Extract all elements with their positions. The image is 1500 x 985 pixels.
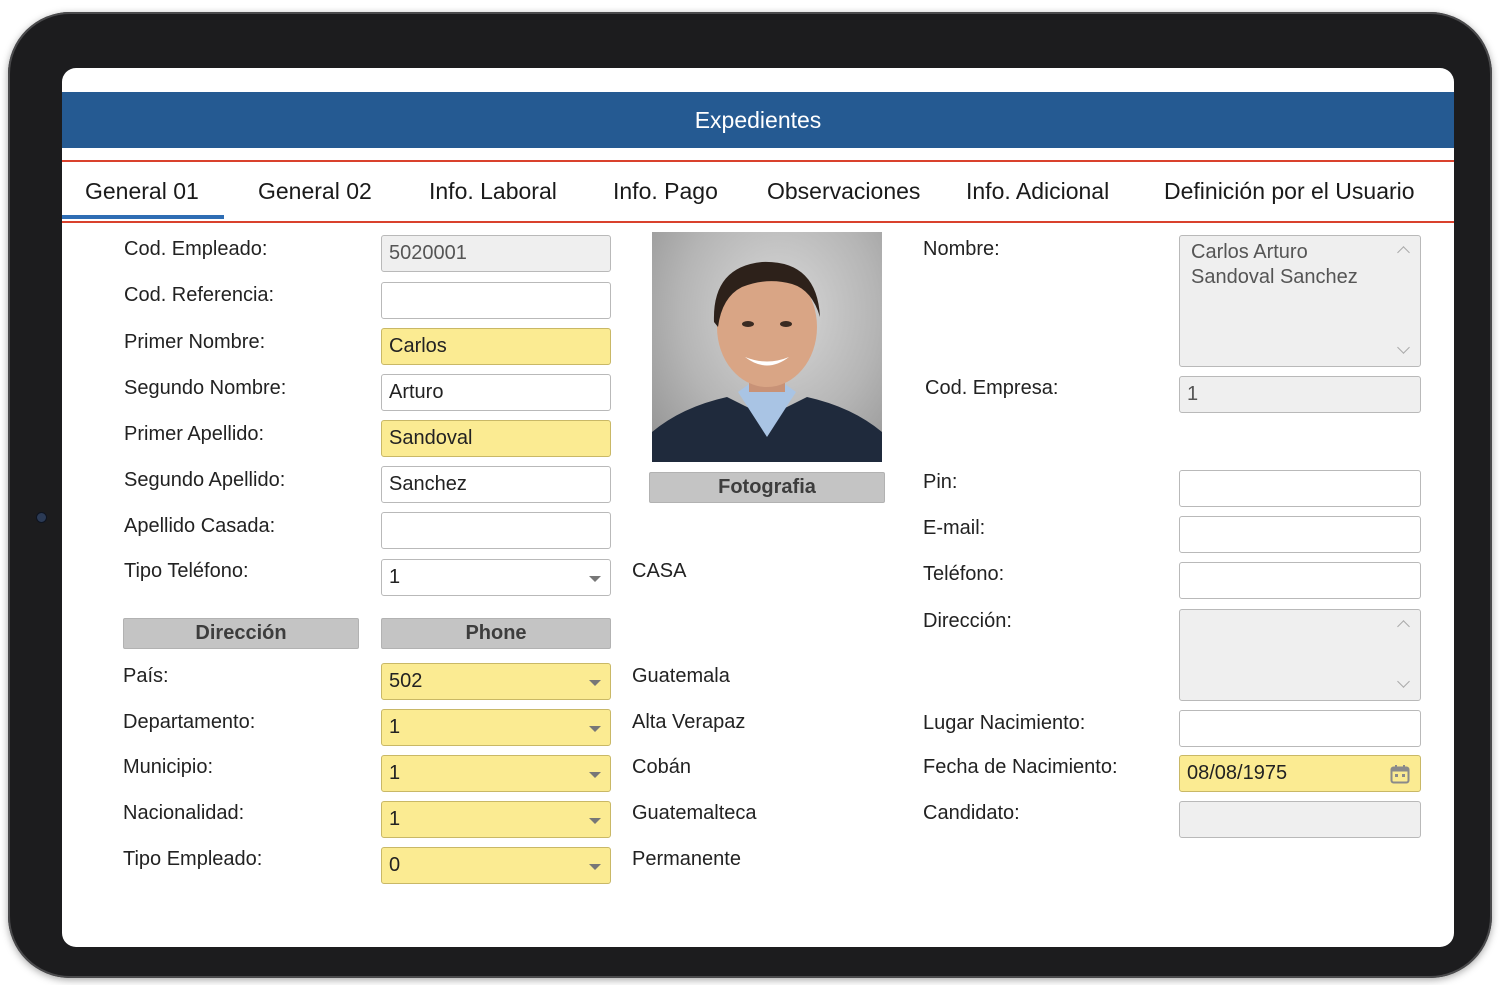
departamento-desc: Alta Verapaz [632,711,746,733]
scroll-up-icon[interactable] [1397,246,1410,259]
employee-photo [652,232,882,462]
fecha-nacimiento-value: 08/08/1975 [1187,762,1288,784]
candidato-label: Candidato: [923,802,1020,824]
tab-observaciones[interactable]: Observaciones [767,164,920,218]
cod-referencia-label: Cod. Referencia: [124,284,275,306]
segundo-apellido-label: Segundo Apellido: [124,469,286,491]
pais-desc: Guatemala [632,665,730,687]
fecha-nacimiento-label: Fecha de Nacimiento: [923,756,1118,778]
nacionalidad-value: 1 [389,808,401,830]
window-title-bar: Expedientes [62,92,1454,148]
municipio-select[interactable]: 1 [381,755,611,792]
nacionalidad-select[interactable]: 1 [381,801,611,838]
departamento-value: 1 [389,716,401,738]
phone-button[interactable]: Phone [381,618,611,649]
app-screen: Expedientes General 01 General 02 Info. … [62,68,1454,947]
tab-info-pago[interactable]: Info. Pago [613,164,718,218]
tipo-empleado-desc: Permanente [632,848,741,870]
tab-info-adicional[interactable]: Info. Adicional [966,164,1109,218]
chevron-down-icon [589,576,601,582]
chevron-down-icon [589,772,601,778]
primer-apellido-field[interactable]: Sandoval [381,420,611,457]
calendar-icon[interactable] [1390,764,1410,784]
camera-icon [36,512,47,523]
person-portrait-icon [652,261,882,462]
tipo-telefono-desc: CASA [632,560,687,582]
departamento-label: Departamento: [123,711,256,733]
tab-divider-bottom [62,221,1454,223]
scroll-down-icon[interactable] [1397,341,1410,354]
tab-divider-top [62,160,1454,162]
pais-select[interactable]: 502 [381,663,611,700]
pin-label: Pin: [923,471,958,493]
departamento-select[interactable]: 1 [381,709,611,746]
window-title: Expedientes [694,106,822,133]
apellido-casada-label: Apellido Casada: [124,515,276,537]
direccion-button[interactable]: Dirección [123,618,359,649]
tab-general-02[interactable]: General 02 [258,164,372,218]
email-label: E-mail: [923,517,986,539]
pais-value: 502 [389,670,423,692]
direccion-label: Dirección: [923,610,1012,632]
segundo-nombre-label: Segundo Nombre: [124,377,287,399]
pais-label: País: [123,665,169,687]
chevron-down-icon [589,680,601,686]
tipo-empleado-value: 0 [389,854,401,876]
municipio-label: Municipio: [123,756,214,778]
lugar-nacimiento-field[interactable] [1179,710,1421,747]
tab-bar: General 01 General 02 Info. Laboral Info… [62,164,1454,221]
cod-referencia-field[interactable] [381,282,611,319]
apellido-casada-field[interactable] [381,512,611,549]
tablet-frame: Expedientes General 01 General 02 Info. … [8,12,1492,978]
segundo-apellido-field[interactable]: Sanchez [381,466,611,503]
tipo-empleado-label: Tipo Empleado: [123,848,263,870]
tipo-telefono-label: Tipo Teléfono: [124,560,249,582]
primer-nombre-label: Primer Nombre: [124,331,266,353]
municipio-value: 1 [389,762,401,784]
email-field[interactable] [1179,516,1421,553]
fecha-nacimiento-field[interactable]: 08/08/1975 [1179,755,1421,792]
lugar-nacimiento-label: Lugar Nacimiento: [923,712,1086,734]
nombre-line-1: Carlos Arturo [1191,241,1308,263]
telefono-field[interactable] [1179,562,1421,599]
telefono-label: Teléfono: [923,563,1005,585]
chevron-down-icon [589,818,601,824]
fotografia-button[interactable]: Fotografia [649,472,885,503]
tipo-telefono-value: 1 [389,566,401,588]
scroll-up-icon[interactable] [1397,620,1410,633]
tab-general-01[interactable]: General 01 [62,164,224,219]
direccion-textarea[interactable] [1179,609,1421,701]
cod-empresa-label: Cod. Empresa: [925,377,1059,399]
segundo-nombre-field[interactable]: Arturo [381,374,611,411]
nacionalidad-desc: Guatemalteca [632,802,757,824]
cod-empresa-field[interactable]: 1 [1179,376,1421,413]
tab-info-laboral[interactable]: Info. Laboral [429,164,557,218]
pin-field[interactable] [1179,470,1421,507]
cod-empleado-field[interactable]: 5020001 [381,235,611,272]
tipo-empleado-select[interactable]: 0 [381,847,611,884]
candidato-field[interactable] [1179,801,1421,838]
nombre-textarea[interactable]: Carlos Arturo Sandoval Sanchez [1179,235,1421,367]
tipo-telefono-select[interactable]: 1 [381,559,611,596]
municipio-desc: Cobán [632,756,691,778]
nombre-label: Nombre: [923,238,1000,260]
primer-nombre-field[interactable]: Carlos [381,328,611,365]
chevron-down-icon [589,864,601,870]
nacionalidad-label: Nacionalidad: [123,802,245,824]
cod-empleado-label: Cod. Empleado: [124,238,268,260]
nombre-line-2: Sandoval Sanchez [1191,266,1358,288]
tab-definicion-usuario[interactable]: Definición por el Usuario [1164,164,1415,218]
scroll-down-icon[interactable] [1397,675,1410,688]
primer-apellido-label: Primer Apellido: [124,423,265,445]
chevron-down-icon [589,726,601,732]
